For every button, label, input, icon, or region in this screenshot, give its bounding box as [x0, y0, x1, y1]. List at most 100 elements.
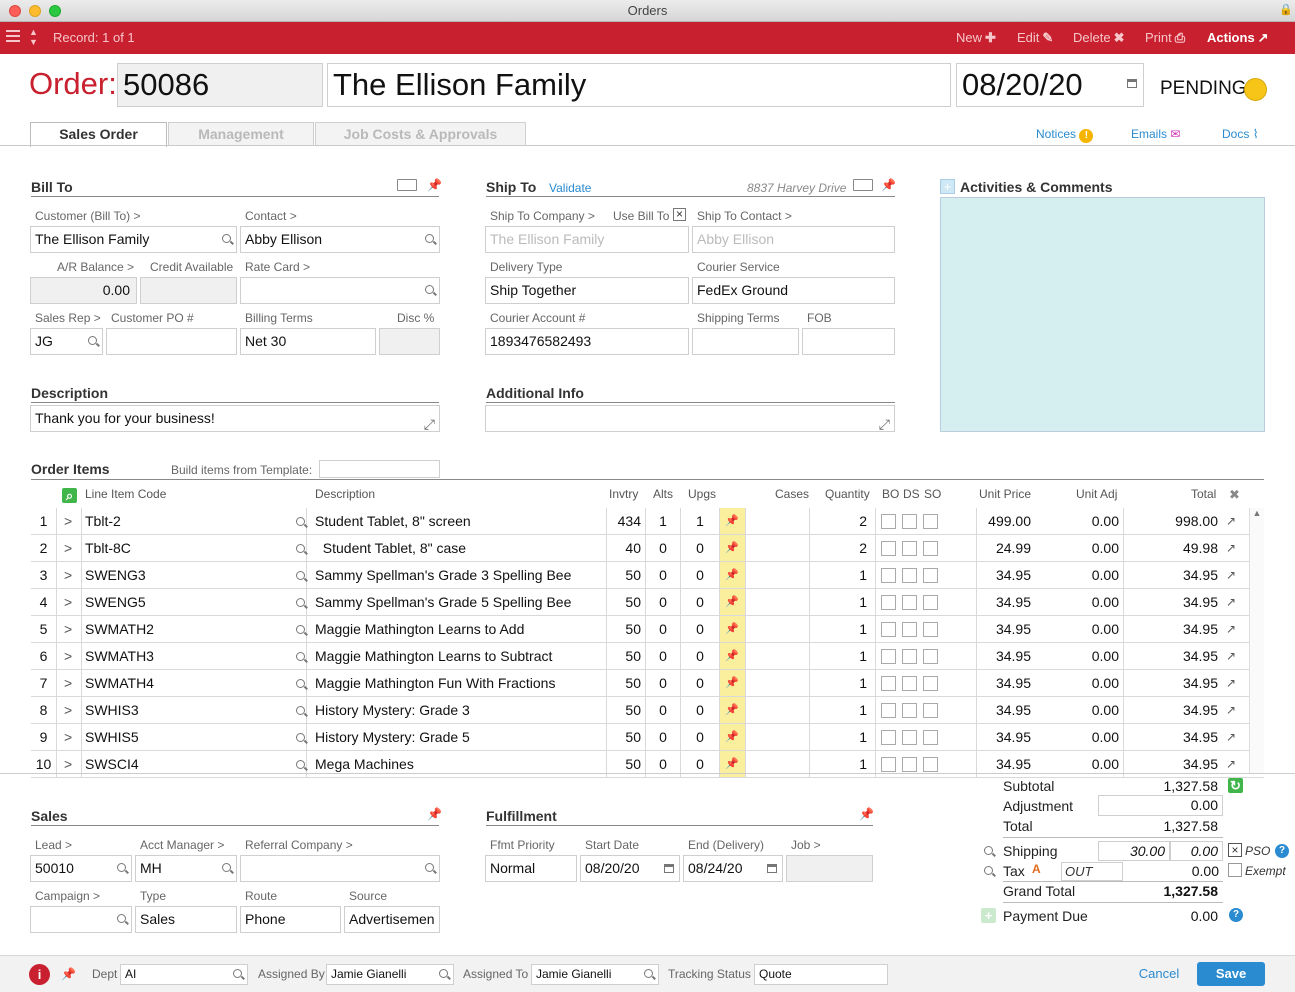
- bo-checkbox[interactable]: [881, 568, 896, 583]
- rate-card-label[interactable]: Rate Card >: [245, 260, 310, 274]
- lead-label[interactable]: Lead >: [35, 838, 72, 852]
- table-row[interactable]: 4 > SWENG5 Sammy Spellman's Grade 5 Spellin…: [31, 589, 1264, 616]
- item-description[interactable]: Sammy Spellman's Grade 5 Spelling Bee: [315, 589, 603, 616]
- tax-service-icon[interactable]: A: [1032, 862, 1041, 876]
- line-item-code[interactable]: SWMATH2: [85, 616, 295, 643]
- ffmt-priority-field[interactable]: Normal: [485, 855, 577, 882]
- fob-field[interactable]: [802, 328, 895, 355]
- pin-icon[interactable]: 📌: [722, 616, 742, 643]
- actions-button[interactable]: Actions ↗: [1207, 22, 1269, 53]
- shipping-terms-field[interactable]: [692, 328, 799, 355]
- item-unit-adj[interactable]: 0.00: [1033, 670, 1119, 697]
- use-bill-to-checkbox[interactable]: ×: [673, 208, 686, 221]
- col-invtry[interactable]: Invtry: [609, 487, 638, 501]
- pin-icon[interactable]: 📌: [722, 589, 742, 616]
- item-unit-price[interactable]: 34.95: [945, 670, 1031, 697]
- col-so[interactable]: SO: [924, 487, 941, 501]
- item-unit-adj[interactable]: 0.00: [1033, 643, 1119, 670]
- row-expand-chevron-icon[interactable]: >: [64, 508, 76, 535]
- item-upgs[interactable]: 0: [686, 643, 714, 670]
- delivery-type-field[interactable]: Ship Together: [485, 277, 689, 304]
- search-icon[interactable]: [296, 706, 305, 715]
- notices-link[interactable]: Notices !: [1036, 127, 1094, 143]
- col-unit-price[interactable]: Unit Price: [979, 487, 1031, 501]
- search-icon[interactable]: [117, 914, 126, 923]
- bo-checkbox[interactable]: [881, 541, 896, 556]
- pin-icon[interactable]: 📌: [722, 562, 742, 589]
- row-expand-chevron-icon[interactable]: >: [64, 670, 76, 697]
- search-icon[interactable]: [425, 234, 434, 243]
- item-quantity[interactable]: 1: [811, 643, 873, 670]
- refresh-icon[interactable]: ↻: [1228, 778, 1243, 793]
- so-checkbox[interactable]: [923, 568, 938, 583]
- save-button[interactable]: Save: [1197, 962, 1265, 986]
- search-icon[interactable]: [88, 336, 97, 345]
- ds-checkbox[interactable]: [902, 568, 917, 583]
- col-line-item-code[interactable]: Line Item Code: [85, 487, 166, 501]
- cancel-button[interactable]: Cancel: [1130, 966, 1188, 981]
- ds-checkbox[interactable]: [902, 541, 917, 556]
- line-item-code[interactable]: SWENG5: [85, 589, 295, 616]
- open-item-arrow-icon[interactable]: ↗: [1226, 724, 1240, 751]
- col-upgs[interactable]: Upgs: [688, 487, 716, 501]
- tab-sales-order[interactable]: Sales Order: [30, 122, 167, 147]
- line-item-code[interactable]: Tblt-8C: [85, 535, 295, 562]
- minimize-window-button[interactable]: [29, 5, 41, 17]
- search-icon[interactable]: [296, 598, 305, 607]
- customer-label[interactable]: Customer (Bill To) >: [35, 209, 140, 223]
- ship-contact-label[interactable]: Ship To Contact >: [697, 209, 792, 223]
- type-field[interactable]: Sales: [135, 906, 237, 933]
- item-unit-adj[interactable]: 0.00: [1033, 535, 1119, 562]
- open-item-arrow-icon[interactable]: ↗: [1226, 670, 1240, 697]
- open-item-arrow-icon[interactable]: ↗: [1226, 697, 1240, 724]
- col-bo[interactable]: BO: [882, 487, 899, 501]
- so-checkbox[interactable]: [923, 514, 938, 529]
- table-row[interactable]: 6 > SWMATH3 Maggie Mathington Learns to Sub…: [31, 643, 1264, 670]
- col-unit-adj[interactable]: Unit Adj: [1076, 487, 1117, 501]
- calendar-icon[interactable]: [664, 864, 674, 873]
- template-field[interactable]: [319, 460, 440, 478]
- col-total[interactable]: Total: [1191, 487, 1216, 501]
- item-upgs[interactable]: 0: [686, 589, 714, 616]
- item-quantity[interactable]: 1: [811, 724, 873, 751]
- validate-link[interactable]: Validate: [549, 181, 591, 195]
- line-item-code[interactable]: SWMATH4: [85, 670, 295, 697]
- assigned-by-field[interactable]: Jamie Gianelli: [326, 964, 454, 985]
- line-item-code[interactable]: SWHIS5: [85, 724, 295, 751]
- order-date-field[interactable]: 08/20/20: [956, 63, 1144, 107]
- table-row[interactable]: 5 > SWMATH2 Maggie Mathington Learns to Add…: [31, 616, 1264, 643]
- contact-label[interactable]: Contact >: [245, 209, 297, 223]
- campaign-label[interactable]: Campaign >: [35, 889, 100, 903]
- ds-checkbox[interactable]: [902, 730, 917, 745]
- search-icon[interactable]: [296, 652, 305, 661]
- tax-code-field[interactable]: OUT: [1061, 862, 1123, 881]
- search-icon[interactable]: [222, 863, 231, 872]
- zoom-window-button[interactable]: [49, 5, 61, 17]
- item-description[interactable]: Student Tablet, 8" screen: [315, 508, 603, 535]
- print-button[interactable]: Print ⎙: [1145, 22, 1185, 53]
- dept-field[interactable]: AI: [120, 964, 248, 985]
- bo-checkbox[interactable]: [881, 676, 896, 691]
- remove-column-icon[interactable]: ✖: [1229, 487, 1240, 503]
- customer-po-field[interactable]: [106, 328, 237, 355]
- help-icon[interactable]: ?: [1229, 908, 1243, 922]
- item-unit-price[interactable]: 34.95: [945, 724, 1031, 751]
- pin-icon[interactable]: 📌: [722, 643, 742, 670]
- search-icon[interactable]: [296, 571, 305, 580]
- add-payment-icon[interactable]: +: [981, 908, 996, 923]
- shipping-rate-field[interactable]: 30.00: [1098, 841, 1170, 861]
- so-checkbox[interactable]: [923, 649, 938, 664]
- item-description[interactable]: Maggie Mathington Learns to Subtract: [315, 643, 603, 670]
- courier-account-field[interactable]: 1893476582493: [485, 328, 689, 355]
- exempt-checkbox[interactable]: [1228, 863, 1242, 877]
- sales-rep-field[interactable]: JG: [30, 328, 103, 355]
- note-icon[interactable]: [397, 179, 417, 191]
- item-alts[interactable]: 0: [649, 535, 677, 562]
- contact-field[interactable]: Abby Ellison: [240, 226, 440, 253]
- search-icon[interactable]: [984, 866, 993, 875]
- tab-management[interactable]: Management: [168, 122, 314, 146]
- item-unit-price[interactable]: 34.95: [945, 697, 1031, 724]
- order-name-field[interactable]: The Ellison Family: [327, 63, 951, 107]
- source-field[interactable]: Advertisemen: [344, 906, 440, 933]
- item-upgs[interactable]: 0: [686, 697, 714, 724]
